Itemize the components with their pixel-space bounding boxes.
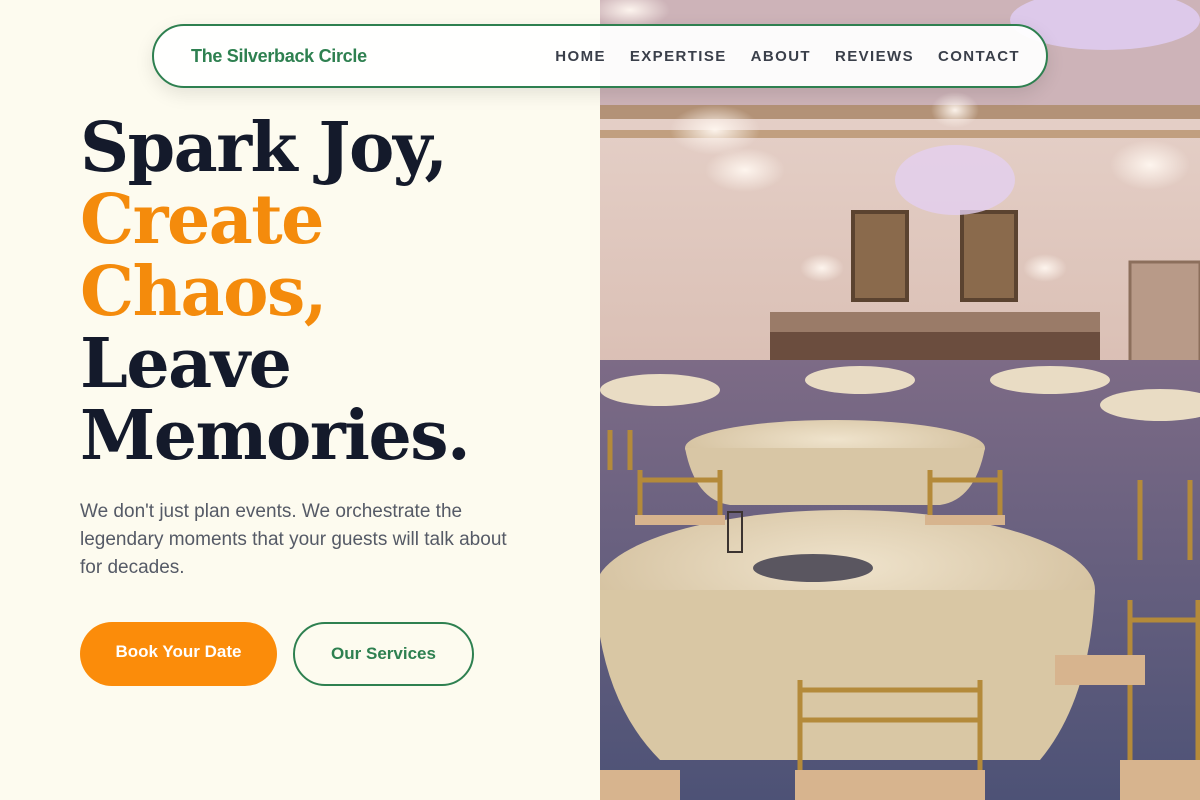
nav-menu: HOME EXPERTISE ABOUT REVIEWS CONTACT	[555, 48, 1020, 65]
headline-line-3: Chaos,	[80, 252, 327, 332]
headline-line-1: Spark Joy,	[80, 108, 448, 188]
headline-line-2: Create	[80, 180, 324, 260]
nav-link-reviews[interactable]: REVIEWS	[835, 48, 914, 65]
headline-line-5: Memories.	[80, 396, 471, 476]
nav-link-home[interactable]: HOME	[555, 48, 606, 65]
book-your-date-button[interactable]: Book Your Date	[80, 622, 277, 686]
brand-logo[interactable]: The Silverback Circle	[191, 46, 367, 67]
nav-link-expertise[interactable]: EXPERTISE	[630, 48, 727, 65]
top-navigation: The Silverback Circle HOME EXPERTISE ABO…	[152, 24, 1048, 88]
headline-line-4: Leave	[80, 324, 292, 404]
our-services-button[interactable]: Our Services	[293, 622, 474, 686]
nav-link-about[interactable]: ABOUT	[751, 48, 811, 65]
hero-headline: Spark Joy, Create Chaos, Leave Memories.	[80, 112, 600, 472]
nav-link-contact[interactable]: CONTACT	[938, 48, 1020, 65]
banquet-hall-photo	[600, 0, 1200, 800]
hero-description: We don't just plan events. We orchestrat…	[80, 501, 507, 578]
